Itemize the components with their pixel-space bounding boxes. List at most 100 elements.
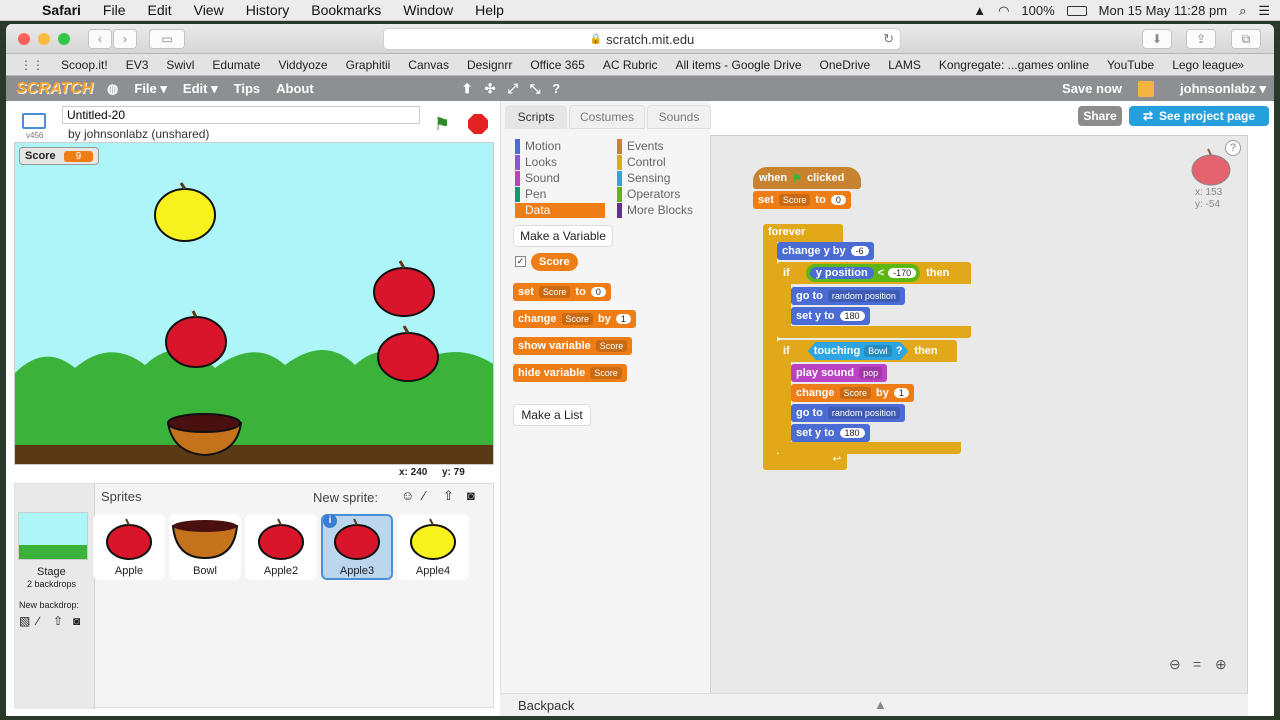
category-more-blocks[interactable]: More Blocks: [617, 203, 707, 218]
category-sensing[interactable]: Sensing: [617, 171, 707, 186]
camera-sprite-icon[interactable]: ◙: [467, 488, 475, 503]
grid-icon[interactable]: ⋮⋮: [12, 58, 52, 72]
set-value-field[interactable]: 0: [590, 287, 606, 297]
upload-sprite-icon[interactable]: ⇧: [443, 488, 454, 504]
make-list-button[interactable]: Make a List: [513, 404, 591, 426]
fav-edumate[interactable]: Edumate: [203, 58, 269, 72]
show-var-dropdown[interactable]: Score: [595, 340, 628, 352]
backdrop-library-icon[interactable]: ▧: [19, 614, 30, 628]
globe-icon[interactable]: ◍: [107, 81, 118, 97]
paint-sprite-icon[interactable]: ∕: [423, 488, 425, 503]
menu-view[interactable]: View: [183, 2, 235, 18]
touching-predicate[interactable]: touching Bowl?: [808, 342, 909, 360]
menu-bookmarks[interactable]: Bookmarks: [300, 2, 392, 18]
sprite-tile-apple3-selected[interactable]: i Apple3: [321, 514, 393, 580]
change-value-field[interactable]: 1: [615, 314, 631, 324]
share-button[interactable]: ⇪: [1186, 29, 1216, 49]
y-position-reporter[interactable]: y position: [809, 267, 874, 279]
more-favorites-icon[interactable]: »: [1237, 58, 1244, 72]
zoom-out-icon[interactable]: ⊖: [1169, 656, 1181, 673]
fav-kongregate[interactable]: Kongregate: ...games online: [930, 58, 1098, 72]
project-title-input[interactable]: [62, 106, 420, 124]
script-set-value[interactable]: 0: [830, 195, 846, 205]
set-score-block[interactable]: set Score to 0: [753, 191, 851, 209]
script-change-value[interactable]: 1: [893, 388, 909, 398]
fav-google-drive[interactable]: All items - Google Drive: [667, 58, 811, 72]
category-sound[interactable]: Sound: [515, 171, 605, 186]
change-score-block[interactable]: change Score by 1: [791, 384, 914, 402]
shrink-icon[interactable]: ⤡: [530, 81, 540, 97]
green-flag-icon[interactable]: ⚑: [434, 114, 450, 135]
category-operators[interactable]: Operators: [617, 187, 707, 202]
tab-scripts[interactable]: Scripts: [505, 105, 567, 129]
backpack-bar[interactable]: Backpack ▲: [500, 693, 1248, 716]
sprite-library-icon[interactable]: ☺: [401, 488, 414, 503]
see-project-page-button[interactable]: ⇄ See project page: [1129, 106, 1269, 126]
scratch-logo[interactable]: SCRATCH: [16, 80, 93, 98]
palette-set-block[interactable]: set Score to 0: [513, 283, 611, 301]
wifi-icon[interactable]: ◠: [998, 3, 1009, 19]
address-bar[interactable]: 🔒 scratch.mit.edu ↻: [383, 28, 901, 50]
fav-viddyoze[interactable]: Viddyoze: [269, 58, 336, 72]
change-y-block[interactable]: change y by -6: [777, 242, 874, 260]
touching-dropdown[interactable]: Bowl: [864, 345, 892, 357]
cut-icon[interactable]: ✣: [485, 81, 496, 97]
set-y-value-2[interactable]: 180: [839, 428, 865, 438]
menu-list-icon[interactable]: ☰: [1258, 3, 1270, 19]
category-motion[interactable]: Motion: [515, 139, 605, 154]
drive-icon[interactable]: ▲: [973, 3, 986, 18]
go-to-random-block-2[interactable]: go to random position: [791, 404, 905, 422]
zoom-in-icon[interactable]: ⊕: [1215, 656, 1227, 673]
battery-percent[interactable]: 100%: [1021, 3, 1054, 18]
sprite-tile-apple[interactable]: Apple: [93, 514, 165, 580]
close-window-button[interactable]: [18, 33, 30, 45]
if-y-position-block[interactable]: if y position < -170 then: [777, 262, 971, 284]
sprite-tile-bowl[interactable]: Bowl: [169, 514, 241, 580]
info-icon[interactable]: i: [323, 514, 337, 528]
camera-backdrop-icon[interactable]: ◙: [73, 614, 80, 628]
change-var-dropdown[interactable]: Score: [561, 313, 594, 325]
menu-file[interactable]: File: [92, 2, 137, 18]
reload-icon[interactable]: ↻: [883, 31, 894, 47]
zoom-window-button[interactable]: [58, 33, 70, 45]
play-sound-block[interactable]: play sound pop: [791, 364, 888, 382]
score-variable-reporter[interactable]: Score: [531, 253, 578, 271]
palette-change-block[interactable]: change Score by 1: [513, 310, 636, 328]
user-menu[interactable]: johnsonlabz ▾: [1180, 81, 1266, 97]
scratch-file-menu[interactable]: File ▾: [126, 81, 175, 97]
score-monitor[interactable]: Score 9: [19, 147, 100, 165]
less-than-operator[interactable]: y position < -170: [805, 264, 921, 282]
downloads-button[interactable]: ⬇: [1142, 29, 1172, 49]
stop-icon[interactable]: [468, 114, 488, 134]
palette-hide-variable-block[interactable]: hide variable Score: [513, 364, 627, 382]
script-change-var-dropdown[interactable]: Score: [839, 387, 872, 399]
back-button[interactable]: ‹: [88, 29, 112, 49]
category-data-selected[interactable]: Data: [515, 203, 605, 218]
category-pen[interactable]: Pen: [515, 187, 605, 202]
datetime[interactable]: Mon 15 May 11:28 pm: [1099, 3, 1227, 18]
scratch-about[interactable]: About: [268, 81, 322, 96]
go-to-dropdown-2[interactable]: random position: [827, 407, 900, 419]
when-flag-clicked-block[interactable]: when ⚑ clicked: [753, 167, 861, 189]
fav-lams[interactable]: LAMS: [879, 58, 930, 72]
go-to-dropdown-1[interactable]: random position: [827, 290, 900, 302]
y-compare-value[interactable]: -170: [888, 268, 917, 278]
if-touching-bowl-block[interactable]: if touching Bowl? then: [777, 340, 957, 362]
fav-lego-league[interactable]: Lego league: [1163, 58, 1247, 72]
share-project-button[interactable]: Share: [1078, 106, 1122, 126]
tab-costumes[interactable]: Costumes: [569, 105, 645, 129]
script-set-var-dropdown[interactable]: Score: [778, 194, 811, 206]
search-icon[interactable]: ⌕: [1239, 3, 1246, 19]
sound-dropdown[interactable]: pop: [859, 367, 883, 379]
grow-icon[interactable]: ⤢: [507, 81, 517, 97]
fav-ev3[interactable]: EV3: [117, 58, 158, 72]
scratch-tips[interactable]: Tips: [226, 81, 269, 96]
menu-help[interactable]: Help: [464, 2, 515, 18]
stage-thumbnail[interactable]: [18, 512, 88, 560]
change-y-value[interactable]: -6: [850, 246, 869, 256]
category-events[interactable]: Events: [617, 139, 707, 154]
backpack-expand-icon[interactable]: ▲: [874, 697, 887, 712]
fav-scoop[interactable]: Scoop.it!: [52, 58, 117, 72]
presentation-mode-icon[interactable]: [22, 113, 46, 129]
help-icon[interactable]: ?: [552, 81, 560, 96]
